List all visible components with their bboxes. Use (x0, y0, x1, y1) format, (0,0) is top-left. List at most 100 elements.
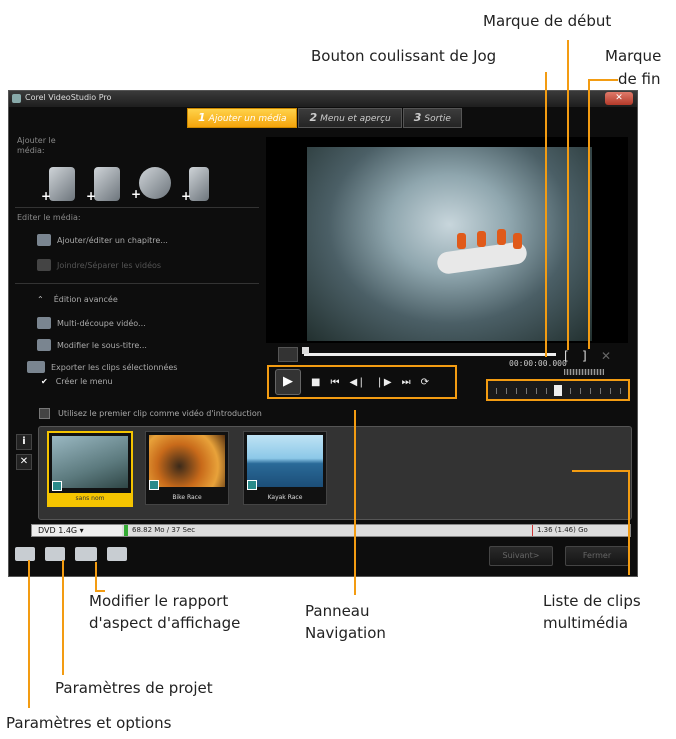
window-close-button[interactable]: ✕ (605, 92, 633, 105)
advanced-edit-toggle[interactable]: ⌃ Édition avancée (37, 295, 118, 304)
clip-checkbox[interactable] (52, 481, 62, 491)
clip-caption: Bike Race (172, 494, 202, 501)
usage-fill (124, 525, 128, 536)
rafter (477, 231, 486, 247)
leader-clips-h (572, 470, 630, 472)
jog-slider[interactable] (486, 379, 630, 401)
leader-end-mark-v (588, 79, 590, 349)
chapter-icon (37, 234, 51, 246)
leader-nav (354, 410, 356, 595)
callout-nav-1: Panneau (305, 602, 370, 620)
title-bar: Corel VideoStudio Pro ✕ (9, 91, 637, 107)
previous-frame-button[interactable]: ◀❘ (349, 377, 365, 388)
timecode: 00:00:00.000 (509, 359, 567, 368)
clip-checkbox[interactable] (247, 480, 257, 490)
callout-clips-2: multimédia (543, 614, 629, 632)
app-logo-icon (12, 94, 21, 103)
callout-aspect-2: d'aspect d'affichage (89, 614, 241, 632)
multicut-item[interactable]: Multi-découpe vidéo... (37, 317, 146, 329)
leader-start-mark (567, 40, 569, 350)
multicut-icon (37, 317, 51, 329)
leader-project (62, 560, 64, 675)
divider (15, 283, 259, 284)
clip-checkbox[interactable] (149, 480, 159, 490)
capacity-marker (532, 525, 533, 536)
join-split-item[interactable]: Joindre/Séparer les vidéos (37, 259, 161, 271)
clear-marks-button[interactable]: ✕ (601, 349, 611, 363)
volume-bar[interactable] (564, 369, 604, 375)
end-button[interactable]: ⏭ (402, 377, 411, 388)
callout-aspect-1: Modifier le rapport (89, 592, 229, 610)
add-device-icon[interactable]: + (181, 167, 209, 203)
next-button[interactable]: Suivant> (489, 546, 553, 566)
rafter (513, 233, 522, 249)
storage-bar: DVD 1.4G ▾ 68.82 Mo / 37 Sec 1.36 (1.46)… (31, 524, 631, 537)
disc-type-select[interactable]: DVD 1.4G ▾ (32, 525, 122, 536)
window-title: Corel VideoStudio Pro (25, 93, 112, 102)
aspect-ratio-icon[interactable] (75, 547, 97, 561)
settings-icon[interactable] (15, 547, 35, 561)
callout-settings: Paramètres et options (6, 714, 172, 732)
clip-thumbnail (149, 435, 225, 487)
jog-thumb[interactable] (554, 385, 562, 396)
info-icon[interactable]: i (16, 434, 32, 450)
play-button[interactable]: ▶ (275, 369, 301, 395)
add-media-heading-2: média: (17, 146, 45, 155)
project-settings-icon[interactable] (45, 547, 65, 561)
subtitle-item[interactable]: Modifier le sous-titre... (37, 339, 147, 351)
clip-item[interactable]: Bike Race (145, 431, 229, 505)
navigation-panel: ▶ ■ ⏮ ◀❘ ❘▶ ⏭ ⟳ (267, 365, 457, 399)
mark-out-button[interactable]: ] (582, 349, 587, 363)
repeat-button[interactable]: ⟳ (421, 377, 429, 388)
tab-menu-preview[interactable]: 2 Menu et aperçu (298, 108, 402, 128)
checkmark-icon: ✔ (41, 377, 48, 386)
bottom-toolbar (15, 547, 127, 561)
aspect-toggle-button[interactable] (278, 347, 298, 362)
join-split-icon (37, 259, 51, 271)
clip-item[interactable]: sans nom (47, 431, 133, 507)
leader-settings (28, 560, 30, 708)
add-disc-icon[interactable]: + (131, 167, 171, 201)
mark-in-button[interactable]: [ (564, 349, 569, 363)
clip-caption: sans nom (49, 493, 131, 505)
edit-media-heading: Editer le média: (17, 213, 81, 222)
tab-add-media[interactable]: 1 Ajouter un média (187, 108, 298, 128)
close-button[interactable]: Fermer (565, 546, 629, 566)
create-menu-checkbox[interactable]: ✔ Créer le menu (41, 377, 113, 386)
tab-bar: 1 Ajouter un média 2 Menu et aperçu 3 Sorti… (187, 108, 463, 128)
add-video-icon[interactable]: + (41, 167, 75, 203)
callout-jog: Bouton coulissant de Jog (311, 47, 497, 65)
capacity-text: 1.36 (1.46) Go (537, 526, 588, 534)
stop-button[interactable]: ■ (311, 377, 320, 388)
video-frame (307, 147, 592, 341)
add-dv-icon[interactable]: + (86, 167, 120, 203)
intro-checkbox[interactable] (39, 408, 50, 419)
scrubber-knob[interactable] (302, 347, 309, 354)
intro-checkbox-row[interactable]: Utilisez le premier clip comme vidéo d'i… (39, 408, 262, 419)
scrubber-track[interactable] (304, 353, 556, 356)
export-item[interactable]: Exporter les clips sélectionnées (27, 361, 177, 373)
tab-output[interactable]: 3 Sortie (402, 108, 462, 128)
callout-clips-1: Liste de clips (543, 592, 641, 610)
clip-item[interactable]: Kayak Race (243, 431, 327, 505)
clip-caption: Kayak Race (267, 494, 303, 501)
subtitle-icon (37, 339, 51, 351)
divider (15, 207, 259, 208)
next-frame-button[interactable]: ❘▶ (376, 377, 392, 388)
leader-clips-v (628, 470, 630, 575)
chapter-item[interactable]: Ajouter/éditer un chapitre... (37, 234, 168, 246)
leader-aspect-v (95, 562, 97, 592)
home-button[interactable]: ⏮ (330, 377, 339, 388)
print-icon[interactable] (107, 547, 127, 561)
clip-thumbnail (52, 436, 128, 488)
callout-nav-2: Navigation (305, 624, 386, 642)
export-icon (27, 361, 45, 373)
leader-end-mark-h (588, 79, 618, 81)
clip-side-tools: i ✕ (16, 434, 32, 474)
callout-start-mark: Marque de début (483, 12, 612, 30)
leader-jog (545, 72, 547, 357)
delete-icon[interactable]: ✕ (16, 454, 32, 470)
rafter (497, 229, 506, 245)
clip-thumbnail (247, 435, 323, 487)
callout-end-mark-2: de fin (618, 70, 661, 88)
